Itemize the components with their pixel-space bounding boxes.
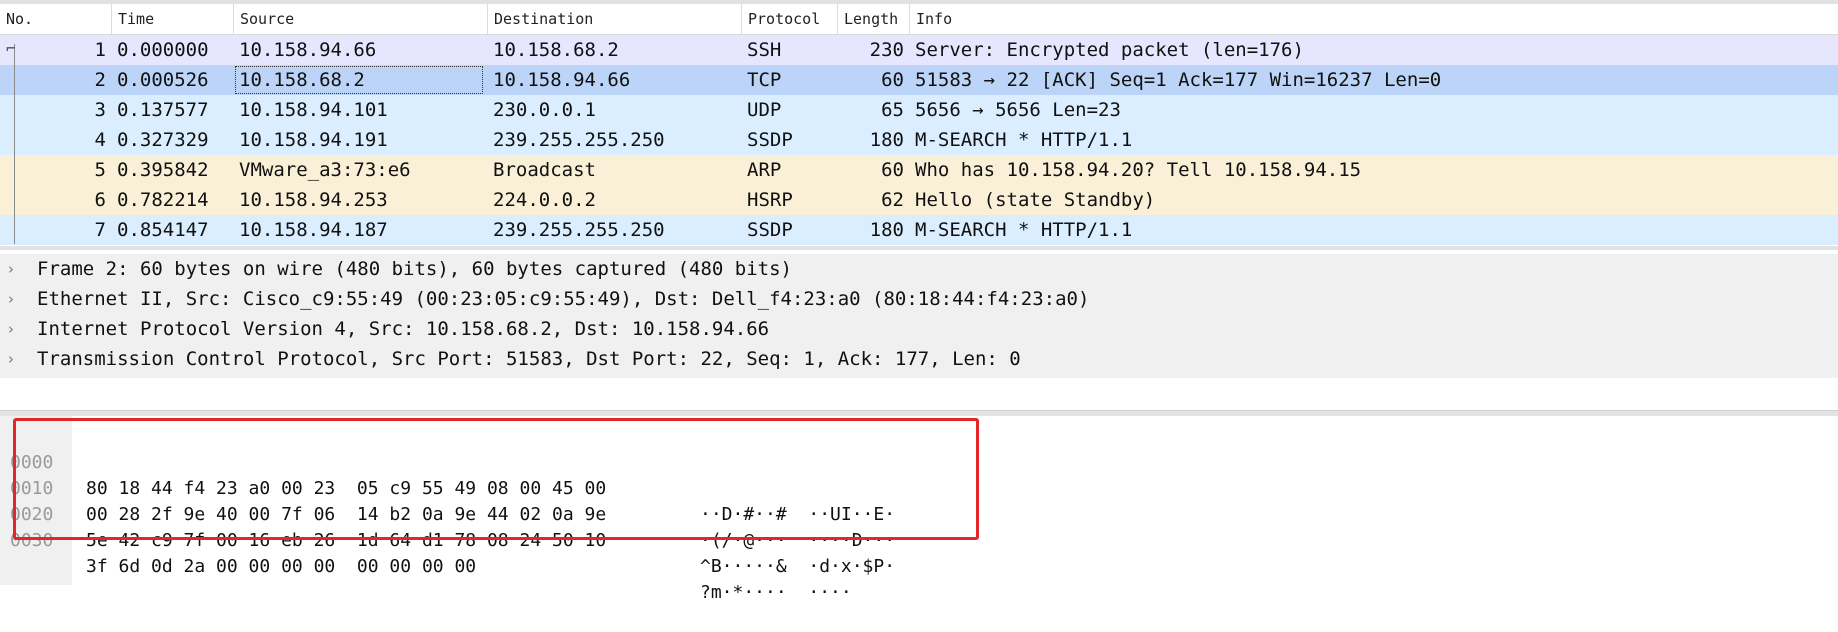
detail-row-tcp[interactable]: › Transmission Control Protocol, Src Por…: [0, 344, 1838, 374]
cell-info: Server: Encrypted packet (len=176): [915, 39, 1304, 61]
bytes-row: 0020 5e 42 c9 7f 00 16 eb 26 1d 64 d1 78…: [0, 476, 895, 577]
packet-list[interactable]: No. Time Source Destination Protocol Len…: [0, 0, 1838, 248]
bytes-offset: 0030: [10, 530, 54, 551]
cell-length: 180: [869, 219, 904, 241]
column-header-source[interactable]: Source: [234, 4, 488, 34]
bytes-ascii[interactable]: ^B·····& ·d·x·$P·: [700, 554, 895, 580]
cell-no: 1: [94, 39, 106, 61]
cell-protocol: ARP: [747, 159, 782, 181]
cell-destination: 10.158.68.2: [493, 39, 619, 61]
cell-no: 7: [94, 219, 106, 241]
packet-list-header: No. Time Source Destination Protocol Len…: [0, 0, 1838, 35]
cell-destination: 10.158.94.66: [493, 69, 631, 91]
cell-destination: 239.255.255.250: [493, 219, 665, 241]
detail-text: Internet Protocol Version 4, Src: 10.158…: [37, 318, 770, 340]
cell-source: 10.158.94.253: [239, 189, 388, 211]
bytes-ascii[interactable]: ?m·*···· ····: [700, 580, 852, 606]
cell-time: 0.327329: [117, 129, 209, 151]
bytes-row: 0030 3f 6d 0d 2a 00 00 00 00 00 00 00 00…: [0, 502, 852, 603]
cell-source: 10.158.94.191: [239, 129, 388, 151]
column-header-protocol[interactable]: Protocol: [742, 4, 838, 34]
cell-protocol: UDP: [747, 99, 782, 121]
cell-protocol: TCP: [747, 69, 782, 91]
bytes-row: 0010 00 28 2f 9e 40 00 7f 06 14 b2 0a 9e…: [0, 450, 895, 551]
pane-splitter-top[interactable]: [0, 246, 1838, 250]
expand-chevron-icon[interactable]: ›: [8, 314, 24, 344]
cell-time: 0.000526: [117, 69, 209, 91]
expand-chevron-icon[interactable]: ›: [8, 344, 24, 374]
column-header-info[interactable]: Info: [910, 4, 1838, 34]
detail-text: Frame 2: 60 bytes on wire (480 bits), 60…: [37, 258, 792, 280]
detail-text: Transmission Control Protocol, Src Port:…: [37, 348, 1021, 370]
expand-chevron-icon[interactable]: ›: [8, 284, 24, 314]
expand-chevron-icon[interactable]: ›: [8, 254, 24, 284]
detail-row-ethernet[interactable]: › Ethernet II, Src: Cisco_c9:55:49 (00:2…: [0, 284, 1838, 314]
column-header-no[interactable]: No.: [0, 4, 112, 34]
cell-length: 230: [869, 39, 904, 61]
bytes-hex[interactable]: 5e 42 c9 7f 00 16 eb 26 1d 64 d1 78 08 2…: [86, 528, 606, 554]
cell-length: 65: [881, 99, 904, 121]
cell-info: Hello (state Standby): [915, 189, 1156, 211]
bytes-hex[interactable]: 3f 6d 0d 2a 00 00 00 00 00 00 00 00: [86, 554, 476, 580]
cell-no: 6: [94, 189, 106, 211]
cell-destination: 239.255.255.250: [493, 129, 665, 151]
column-header-destination[interactable]: Destination: [488, 4, 742, 34]
bytes-row: 0000 80 18 44 f4 23 a0 00 23 05 c9 55 49…: [0, 424, 895, 525]
packet-row[interactable]: 3 0.137577 10.158.94.101 230.0.0.1 UDP 65 5656…: [0, 95, 1838, 125]
packet-rows: 1 0.000000 10.158.94.66 10.158.68.2 SSH 230 Se…: [0, 35, 1838, 245]
cell-length: 60: [881, 159, 904, 181]
cell-source: 10.158.94.66: [239, 39, 377, 61]
cell-info: 5656 → 5656 Len=23: [915, 99, 1121, 121]
cell-source: 10.158.94.187: [239, 219, 388, 241]
packet-details-pane[interactable]: › Frame 2: 60 bytes on wire (480 bits), …: [0, 254, 1838, 378]
column-header-time[interactable]: Time: [112, 4, 234, 34]
bytes-hex[interactable]: 00 28 2f 9e 40 00 7f 06 14 b2 0a 9e 44 0…: [86, 502, 606, 528]
cell-destination: 224.0.0.2: [493, 189, 596, 211]
cell-time: 0.137577: [117, 99, 209, 121]
cell-protocol: SSDP: [747, 219, 793, 241]
cell-length: 60: [881, 69, 904, 91]
cell-protocol: HSRP: [747, 189, 793, 211]
cell-no: 3: [94, 99, 106, 121]
cell-info: Who has 10.158.94.20? Tell 10.158.94.15: [915, 159, 1362, 181]
detail-row-frame[interactable]: › Frame 2: 60 bytes on wire (480 bits), …: [0, 254, 1838, 284]
cell-protocol: SSDP: [747, 129, 793, 151]
bytes-ascii[interactable]: ··D·#··# ··UI··E·: [700, 502, 895, 528]
column-header-length[interactable]: Length: [838, 4, 910, 34]
cell-time: 0.395842: [117, 159, 209, 181]
cell-destination: 230.0.0.1: [493, 99, 596, 121]
cell-no: 2: [94, 69, 106, 91]
packet-row[interactable]: 2 0.000526 10.158.68.2 10.158.94.66 TCP 60 515…: [0, 65, 1838, 95]
cell-length: 180: [869, 129, 904, 151]
cell-source: 10.158.68.2: [234, 65, 484, 95]
cell-time: 0.854147: [117, 219, 209, 241]
detail-row-ipv4[interactable]: › Internet Protocol Version 4, Src: 10.1…: [0, 314, 1838, 344]
packet-row[interactable]: 6 0.782214 10.158.94.253 224.0.0.2 HSRP 62 Hel…: [0, 185, 1838, 215]
conversation-tree-line: [14, 44, 15, 244]
cell-source: VMware_a3:73:e6: [239, 159, 411, 181]
conversation-start-icon: ⌐: [6, 39, 16, 58]
packet-row[interactable]: 4 0.327329 10.158.94.191 239.255.255.250 SSD…: [0, 125, 1838, 155]
cell-no: 5: [94, 159, 106, 181]
cell-length: 62: [881, 189, 904, 211]
cell-info: 51583 → 22 [ACK] Seq=1 Ack=177 Win=16237…: [915, 69, 1442, 91]
packet-bytes-pane[interactable]: 0000 80 18 44 f4 23 a0 00 23 05 c9 55 49…: [0, 416, 1838, 603]
cell-no: 4: [94, 129, 106, 151]
cell-info: M-SEARCH * HTTP/1.1: [915, 219, 1133, 241]
cell-info: M-SEARCH * HTTP/1.1: [915, 129, 1133, 151]
packet-row[interactable]: 1 0.000000 10.158.94.66 10.158.68.2 SSH 230 Se…: [0, 35, 1838, 65]
bytes-ascii[interactable]: ·(/·@··· ····D···: [700, 528, 895, 554]
bytes-hex[interactable]: 80 18 44 f4 23 a0 00 23 05 c9 55 49 08 0…: [86, 476, 606, 502]
cell-destination: Broadcast: [493, 159, 596, 181]
cell-protocol: SSH: [747, 39, 782, 61]
cell-time: 0.782214: [117, 189, 209, 211]
packet-row[interactable]: 7 0.854147 10.158.94.187 239.255.255.250 SSD…: [0, 215, 1838, 245]
cell-time: 0.000000: [117, 39, 209, 61]
cell-source: 10.158.94.101: [239, 99, 388, 121]
detail-text: Ethernet II, Src: Cisco_c9:55:49 (00:23:…: [37, 288, 1090, 310]
packet-row[interactable]: 5 0.395842 VMware_a3:73:e6 Broadcast ARP 60 Wh…: [0, 155, 1838, 185]
